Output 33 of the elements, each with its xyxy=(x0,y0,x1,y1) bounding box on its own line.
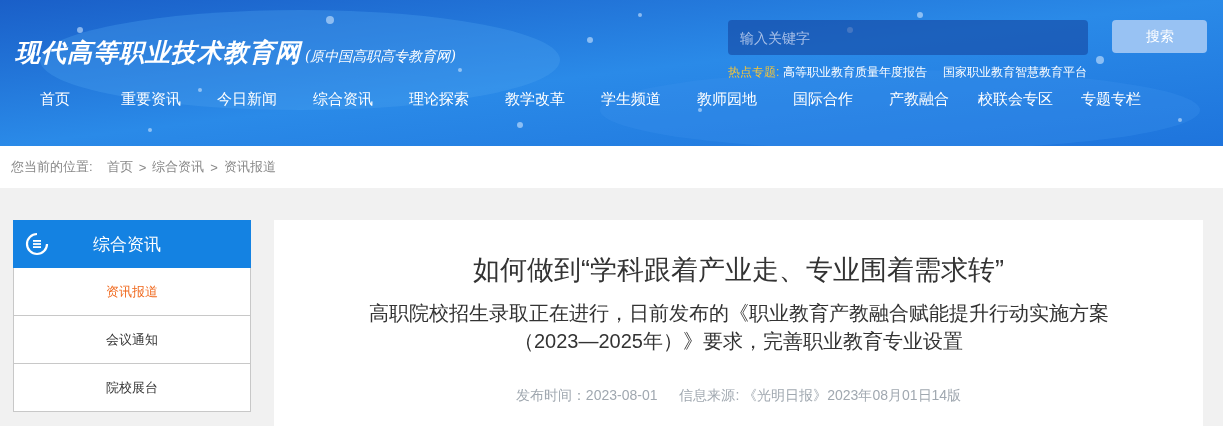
nav-link[interactable]: 专题专栏 xyxy=(1063,90,1159,109)
nav-link[interactable]: 学生频道 xyxy=(583,90,679,109)
breadcrumb-link[interactable]: 综合资讯 xyxy=(152,158,205,176)
nav-link[interactable]: 产教融合 xyxy=(871,90,967,109)
sidebar-item[interactable]: 资讯报道 xyxy=(13,268,251,316)
menu-icon xyxy=(25,232,49,256)
nav-link[interactable]: 综合资讯 xyxy=(295,90,391,109)
nav-link[interactable]: 教学改革 xyxy=(487,90,583,109)
hot-topics-label: 热点专题: xyxy=(728,64,780,81)
site-logo-title: 现代高等职业技术教育网 xyxy=(15,37,301,69)
hot-topic-link[interactable]: 高等职业教育质量年度报告 xyxy=(783,64,928,81)
nav-link[interactable]: 首页 xyxy=(7,90,103,109)
article-source: 信息来源: 《光明日报》2023年08月01日14版 xyxy=(679,387,962,405)
nav-link[interactable]: 教师园地 xyxy=(679,90,775,109)
breadcrumb-separator: > xyxy=(210,159,218,175)
sidebar-item[interactable]: 会议通知 xyxy=(13,316,251,364)
nav-link[interactable]: 重要资讯 xyxy=(103,90,199,109)
breadcrumb-label: 您当前的位置: xyxy=(11,158,93,176)
nav-link[interactable]: 今日新闻 xyxy=(199,90,295,109)
article-subtitle: 高职院校招生录取正在进行，日前发布的《职业教育产教融合赋能提升行动实施方案（2023—2025年）》要求，完善职业教育专业设置 xyxy=(367,301,1110,354)
site-logo-subtitle: (原中国高职高专教育网) xyxy=(305,48,456,66)
breadcrumb-separator: > xyxy=(138,159,147,175)
breadcrumb-link[interactable]: 资讯报道 xyxy=(223,158,276,176)
breadcrumb-link[interactable]: 首页 xyxy=(106,158,133,176)
publish-date: 发布时间：2023-08-01 xyxy=(515,387,658,405)
hot-topic-link[interactable]: 国家职业教育智慧教育平台 xyxy=(943,64,1088,81)
sidebar-title: 综合资讯 xyxy=(93,233,161,256)
article-title: 如何做到“学科跟着产业走、专业围着需求转” xyxy=(473,254,1004,287)
nav-link[interactable]: 国际合作 xyxy=(775,90,871,109)
nav-link[interactable]: 理论探索 xyxy=(391,90,487,109)
search-field[interactable]: 输入关键字 xyxy=(728,20,1088,55)
sidebar-item[interactable]: 院校展台 xyxy=(13,364,251,412)
nav-link[interactable]: 校联会专区 xyxy=(967,90,1063,109)
